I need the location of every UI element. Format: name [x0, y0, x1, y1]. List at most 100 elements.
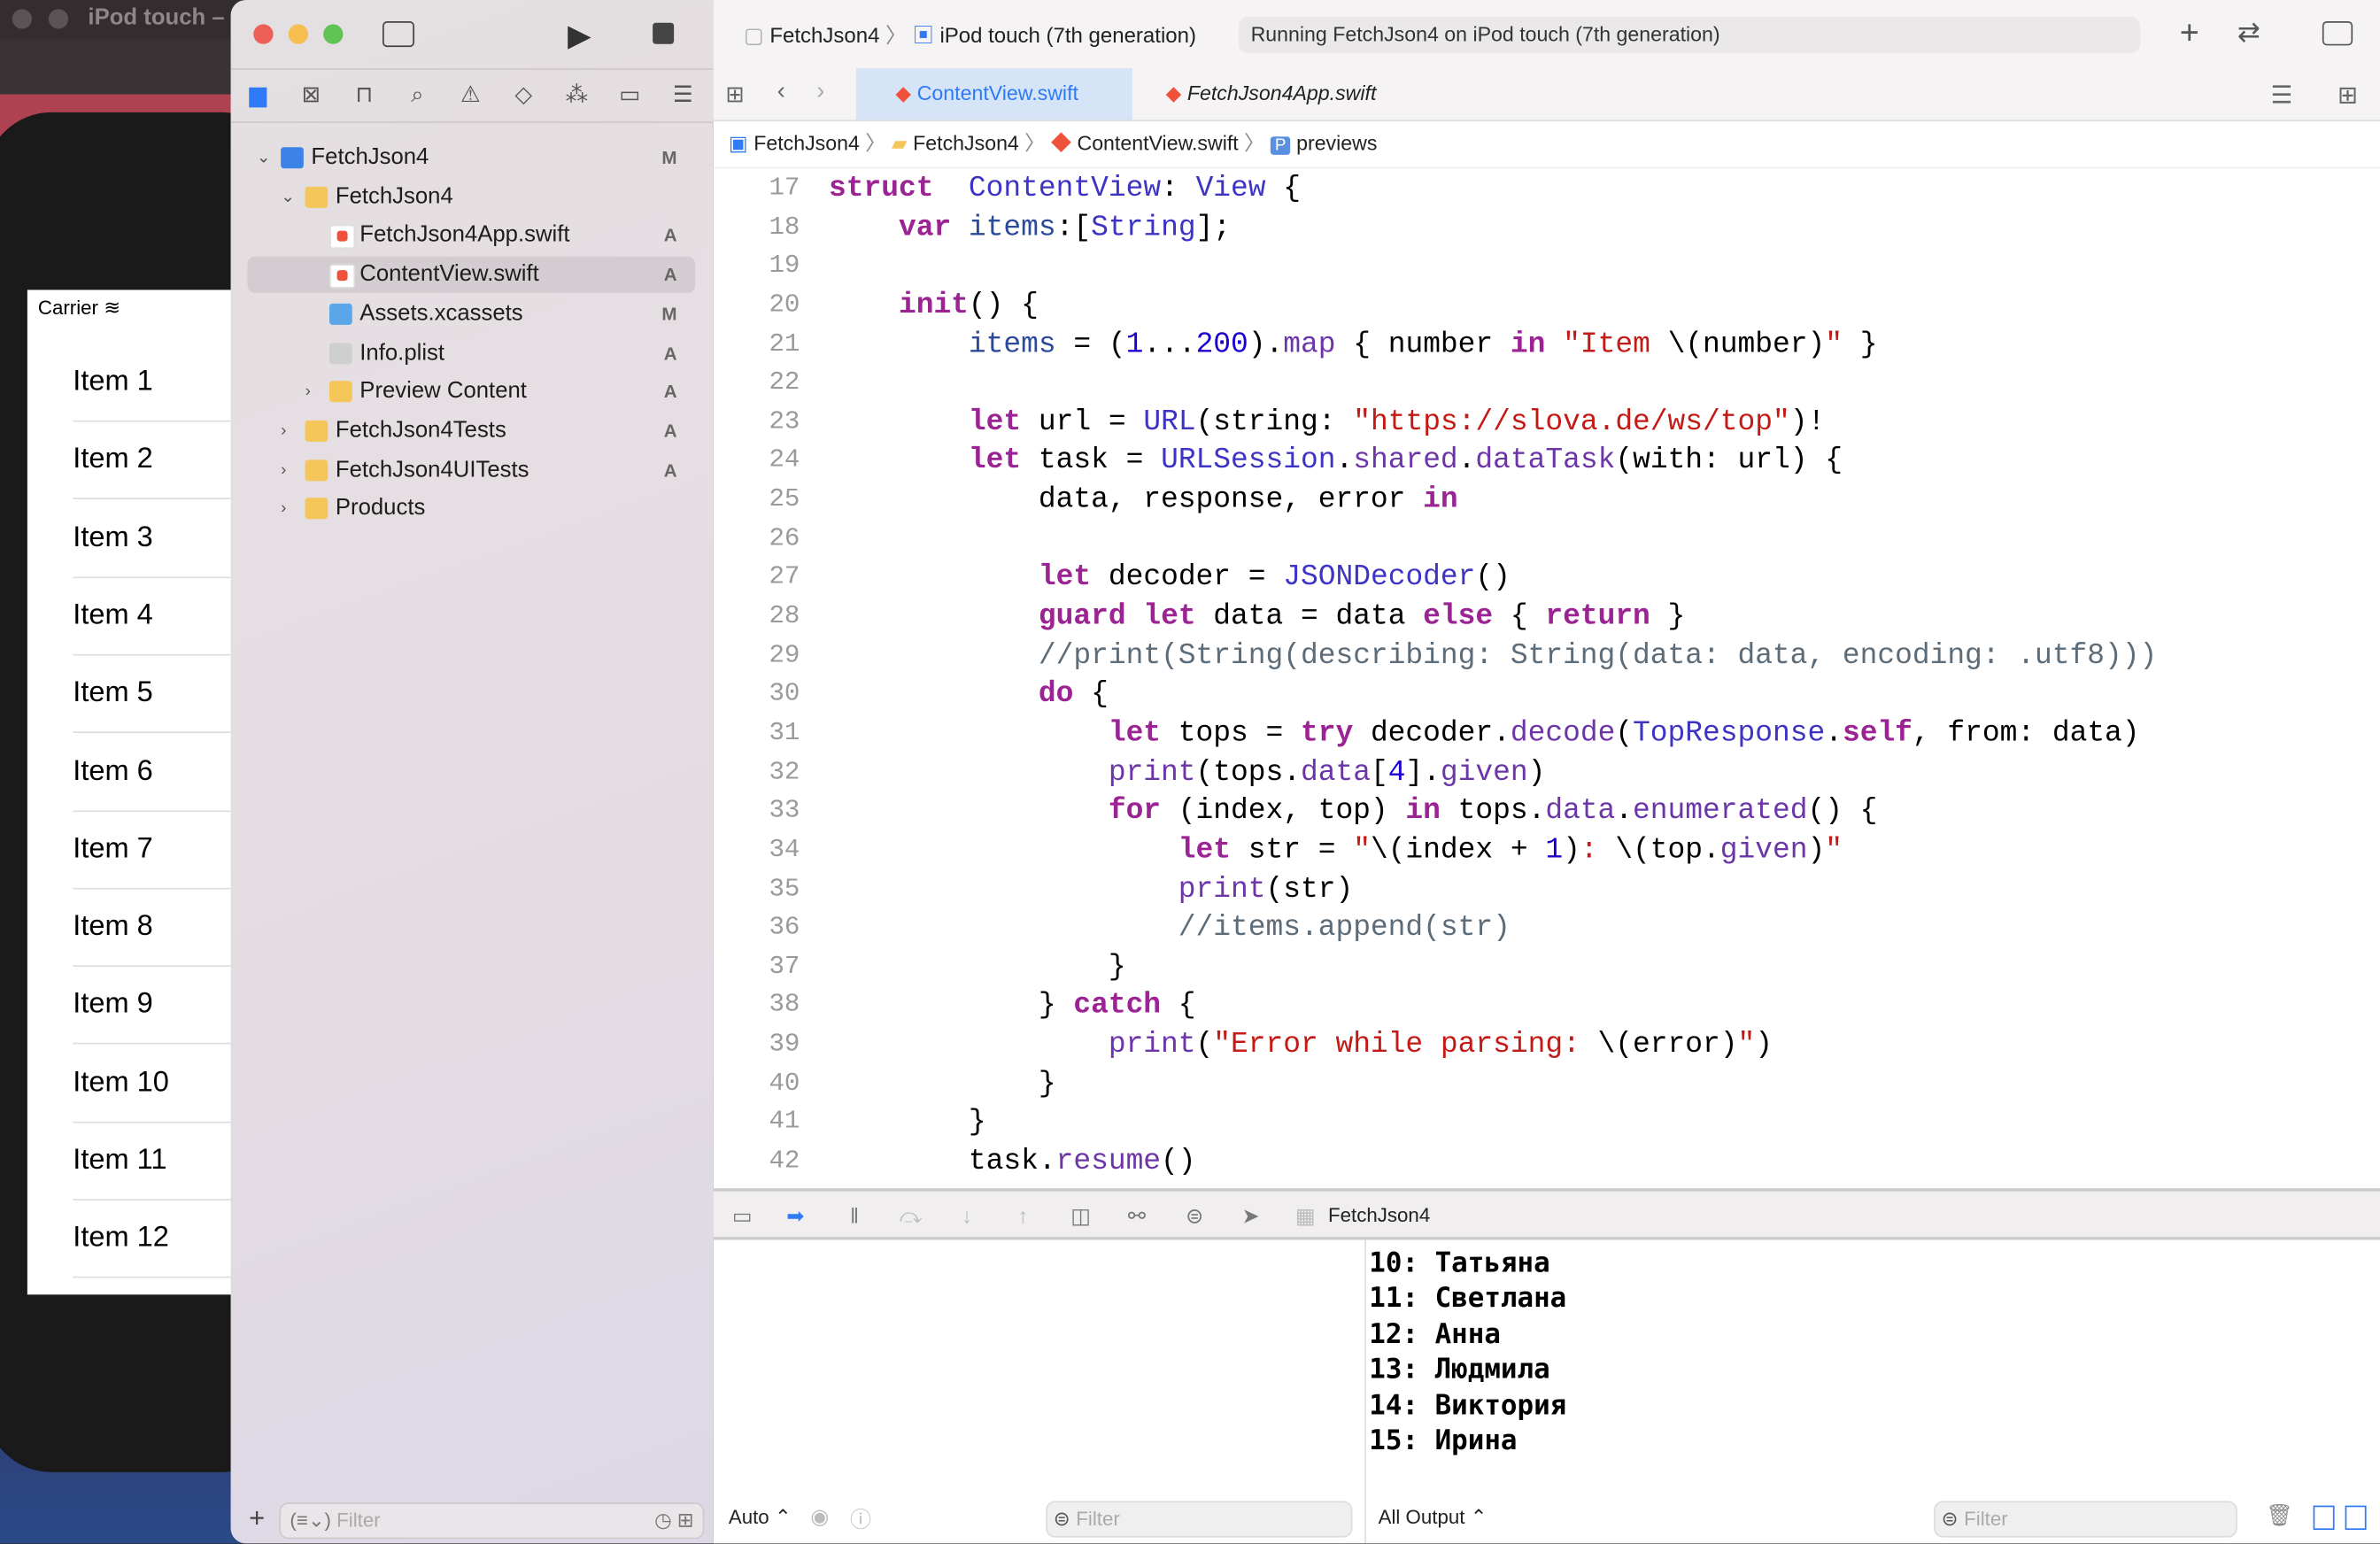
- tree-row[interactable]: Info.plist A: [247, 335, 695, 371]
- breadcrumb-item[interactable]: previews: [1296, 132, 1377, 155]
- code-token: View: [1195, 171, 1266, 205]
- list-item[interactable]: Item 3: [73, 498, 240, 578]
- tree-row[interactable]: ContentView.swift A: [247, 256, 696, 294]
- console-filter-input[interactable]: ⊜ Filter: [1934, 1501, 2237, 1538]
- variables-mode-select[interactable]: Auto ⌃: [729, 1506, 792, 1530]
- breadcrumb-item[interactable]: FetchJson4: [753, 132, 860, 155]
- line-number: 30: [769, 680, 800, 710]
- tree-row[interactable]: › Preview Content A: [247, 374, 695, 410]
- assets-icon: [329, 303, 352, 325]
- scheme-selector[interactable]: ▢ FetchJson4 〉 ▣ iPod touch (7th generat…: [744, 19, 1196, 50]
- show-variables-icon[interactable]: [2313, 1505, 2335, 1531]
- info-icon[interactable]: ⓘ: [850, 1504, 871, 1534]
- list-item[interactable]: Item 5: [73, 654, 240, 734]
- app-icon: ▢: [744, 22, 764, 48]
- list-item[interactable]: Item 2: [73, 421, 240, 500]
- back-icon[interactable]: ‹: [777, 79, 785, 106]
- code-line: let str = "\(index + 1): \(top.given)": [829, 833, 1843, 867]
- pause-icon[interactable]: ‖: [842, 1203, 866, 1227]
- tree-row[interactable]: › FetchJson4UITests A: [247, 452, 695, 488]
- console-line: 13: Людмила: [1369, 1354, 1550, 1386]
- disclosure-icon[interactable]: ›: [281, 413, 296, 449]
- add-icon[interactable]: +: [249, 1502, 265, 1534]
- disclosure-icon[interactable]: ›: [305, 374, 321, 410]
- disclosure-icon[interactable]: ›: [281, 490, 296, 527]
- line-number: 21: [769, 329, 800, 359]
- recent-files-icon[interactable]: ◷ ⊞: [654, 1504, 693, 1538]
- list-item[interactable]: Item 10: [73, 1044, 240, 1123]
- tab-contentview[interactable]: ◆ ContentView.swift: [855, 68, 1132, 120]
- list-item[interactable]: Item 6: [73, 732, 240, 812]
- editor-options-icon[interactable]: ☰: [2271, 81, 2293, 111]
- view-debugger-icon[interactable]: ◫: [1069, 1203, 1093, 1227]
- breadcrumb-item[interactable]: FetchJson4: [913, 132, 1019, 155]
- close-window-button[interactable]: [253, 24, 274, 44]
- forward-icon[interactable]: ›: [816, 79, 824, 106]
- location-icon[interactable]: ➤: [1239, 1203, 1263, 1227]
- list-item[interactable]: Item 4: [73, 576, 240, 656]
- console-output-select[interactable]: All Output ⌃: [1379, 1506, 1488, 1530]
- list-item[interactable]: Item 12: [73, 1200, 240, 1278]
- folder-icon[interactable]: ▆: [244, 82, 272, 110]
- list-item[interactable]: Item 7: [73, 810, 240, 890]
- show-console-icon[interactable]: [2345, 1505, 2367, 1531]
- disclosure-icon[interactable]: ⌄: [281, 179, 296, 215]
- list-item[interactable]: Item 8: [73, 888, 240, 968]
- debug-icon[interactable]: ⁂: [563, 82, 591, 110]
- zoom-window-button[interactable]: [323, 24, 344, 44]
- library-add-icon[interactable]: +: [2180, 13, 2199, 53]
- grid-icon[interactable]: ⊞: [725, 81, 745, 108]
- search-icon[interactable]: ⌕: [404, 82, 431, 110]
- list-item[interactable]: Item 9: [73, 966, 240, 1046]
- memory-graph-icon[interactable]: ⚯: [1124, 1203, 1148, 1227]
- tree-row[interactable]: › FetchJson4Tests A: [247, 413, 695, 449]
- environment-overrides-icon[interactable]: ⊜: [1182, 1203, 1206, 1227]
- tree-row[interactable]: › Products: [247, 490, 695, 527]
- breakpoint-icon[interactable]: ▭: [616, 82, 644, 110]
- minimize-window-button[interactable]: [288, 24, 309, 44]
- step-over-icon[interactable]: ⤼: [899, 1203, 923, 1227]
- report-icon[interactable]: ☰: [669, 82, 697, 110]
- list-item[interactable]: Item 11: [73, 1122, 240, 1201]
- minimize-button[interactable]: [48, 9, 69, 29]
- breakpoints-toggle-icon[interactable]: ➡: [784, 1203, 808, 1227]
- tree-row[interactable]: ⌄ FetchJson4 M: [247, 140, 695, 176]
- symbol-icon[interactable]: ⊓: [351, 82, 378, 110]
- source-control-icon[interactable]: ⊠: [298, 82, 325, 110]
- breadcrumb-item[interactable]: ContentView.swift: [1077, 132, 1238, 155]
- code-review-icon[interactable]: ⇄: [2237, 17, 2260, 49]
- tree-row[interactable]: Assets.xcassets M: [247, 296, 695, 332]
- tab-fetchjson4app[interactable]: ◆ FetchJson4App.swift: [1166, 68, 1377, 120]
- trash-icon[interactable]: 🗑: [2266, 1502, 2292, 1528]
- device-name[interactable]: iPod touch (7th generation): [939, 23, 1196, 47]
- split-editor-icon[interactable]: ⊞: [2338, 81, 2358, 111]
- list-item[interactable]: Item 1: [73, 343, 240, 422]
- code-token: {: [1265, 171, 1302, 205]
- line-number: 29: [769, 641, 800, 671]
- code-editor[interactable]: 17 struct ContentView: View {18 var items…: [714, 168, 2380, 1188]
- stop-button[interactable]: [653, 22, 675, 44]
- code-line: init() {: [829, 289, 1039, 322]
- navigator-filter-input[interactable]: (≡⌄) Filter ◷ ⊞: [279, 1502, 705, 1540]
- code-token: catch: [1073, 988, 1162, 1023]
- debug-bar: ▭ ➡ ‖ ⤼ ↓ ↑ ◫ ⚯ ⊜ ➤ ▦ FetchJson4: [713, 1188, 2380, 1240]
- run-button[interactable]: ▶: [568, 17, 591, 55]
- swift-file-icon: ◆: [1165, 81, 1182, 105]
- code-token: }: [829, 1105, 986, 1139]
- step-out-icon[interactable]: ↑: [1011, 1203, 1035, 1227]
- test-icon[interactable]: ◇: [510, 82, 537, 110]
- hide-debug-area-icon[interactable]: ▭: [730, 1203, 754, 1227]
- eye-icon[interactable]: ◉: [810, 1504, 829, 1530]
- console-output[interactable]: 10: Татьяна 11: Светлана 12: Анна 13: Людми…: [1364, 1239, 2380, 1544]
- inspector-toggle-icon[interactable]: [2322, 21, 2353, 46]
- disclosure-icon[interactable]: ⌄: [257, 140, 272, 176]
- tree-row[interactable]: FetchJson4App.swift A: [247, 218, 695, 254]
- variables-filter-input[interactable]: ⊜ Filter: [1046, 1501, 1353, 1538]
- step-into-icon[interactable]: ↓: [954, 1203, 978, 1227]
- disclosure-icon[interactable]: ›: [281, 452, 296, 488]
- tree-row[interactable]: ⌄ FetchJson4: [247, 179, 695, 215]
- close-button[interactable]: [12, 9, 33, 29]
- sidebar-toggle-icon[interactable]: [382, 21, 415, 48]
- warning-icon[interactable]: ⚠: [457, 82, 484, 110]
